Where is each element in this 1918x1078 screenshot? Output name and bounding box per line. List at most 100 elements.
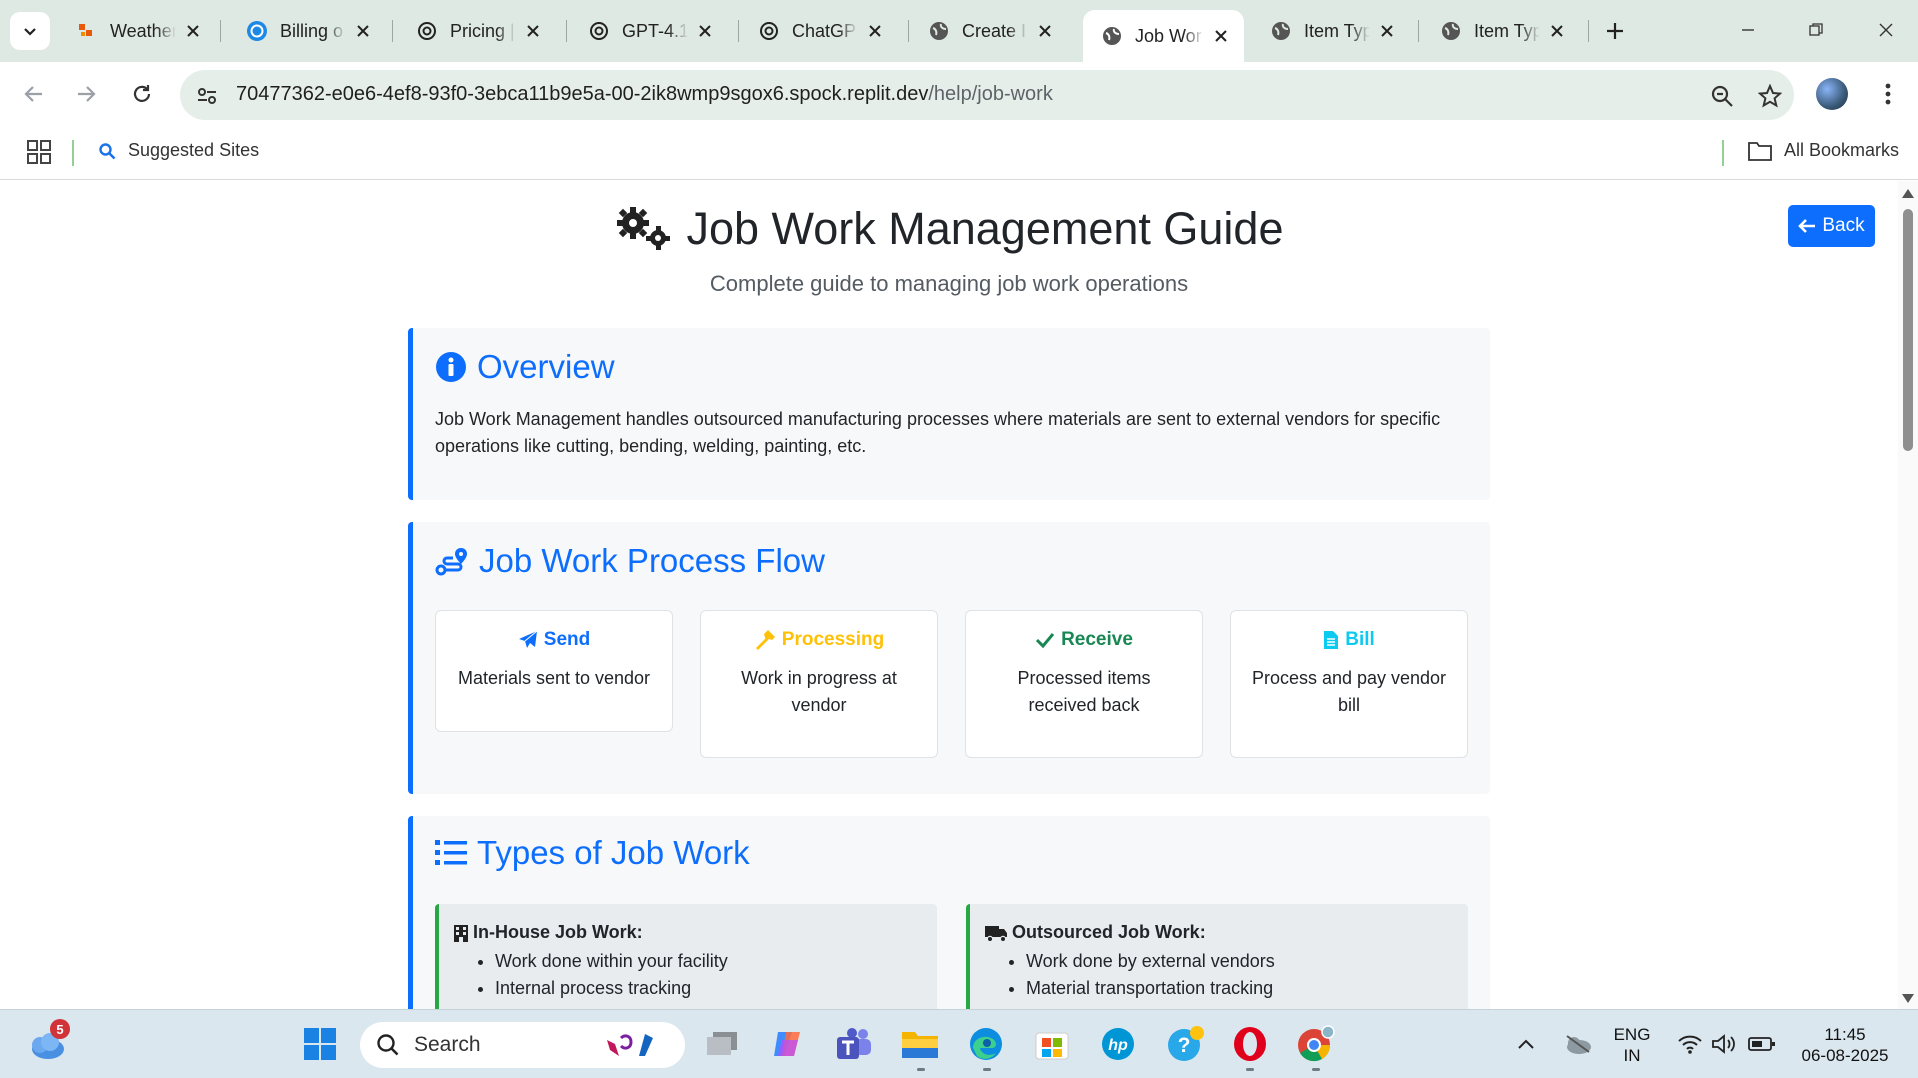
scroll-down-arrow-icon[interactable]	[1902, 994, 1914, 1003]
browser-tab[interactable]: Weather	[58, 10, 216, 52]
process-flow-section: Job Work Process Flow Send Materials sen…	[408, 522, 1490, 794]
scroll-up-arrow-icon[interactable]	[1902, 189, 1914, 198]
browser-tab[interactable]: Billing o	[228, 10, 386, 52]
browser-tab[interactable]: Item Typ	[1422, 10, 1580, 52]
taskbar-search[interactable]: Search	[360, 1022, 685, 1068]
language-indicator[interactable]: ENG IN	[1610, 1024, 1654, 1066]
chrome-icon[interactable]	[1296, 1024, 1336, 1064]
new-tab-button[interactable]	[1598, 14, 1632, 48]
battery-icon[interactable]	[1742, 1024, 1782, 1064]
paper-plane-icon	[518, 630, 538, 648]
browser-tab[interactable]: Pricing |	[398, 10, 556, 52]
building-icon	[454, 924, 468, 942]
file-explorer-icon[interactable]	[900, 1024, 940, 1064]
url-host: 70477362-e0e6-4ef8-93f0-3ebca11b9e5a-00-…	[236, 83, 929, 105]
folder-icon	[1748, 141, 1772, 161]
close-icon[interactable]	[1034, 20, 1056, 42]
close-icon[interactable]	[352, 20, 374, 42]
browser-tab-strip: Weather Billing o Pricing | GPT-4.1 Chat…	[0, 0, 1918, 62]
chevron-down-icon	[24, 28, 36, 36]
step-title: Send	[436, 629, 672, 651]
notification-badge: 5	[50, 1019, 70, 1039]
page-viewport[interactable]: Job Work Management Guide Complete guide…	[0, 181, 1918, 1009]
microsoft-store-icon[interactable]	[1032, 1024, 1072, 1064]
page-title-text: Job Work Management Guide	[686, 203, 1284, 254]
type-card-list: Work done by external vendors Material t…	[1026, 948, 1275, 1002]
forward-nav-button[interactable]	[68, 76, 104, 112]
hammer-icon	[755, 630, 775, 650]
process-step-processing: Processing Work in progress at vendor	[700, 610, 938, 758]
back-button[interactable]: Back	[1788, 205, 1875, 247]
onedrive-icon[interactable]	[1558, 1024, 1598, 1064]
minimize-icon	[1742, 29, 1754, 31]
profile-avatar[interactable]	[1816, 78, 1848, 110]
bookmark-suggested-sites[interactable]: Suggested Sites	[98, 140, 259, 161]
apps-grid-icon[interactable]	[26, 139, 52, 165]
tab-label: Item Typ	[1304, 20, 1370, 41]
close-icon[interactable]	[1376, 20, 1398, 42]
hp-icon[interactable]: hp	[1098, 1024, 1138, 1064]
browser-tab[interactable]: GPT-4.1	[570, 10, 728, 52]
opera-icon[interactable]	[1230, 1024, 1270, 1064]
close-icon[interactable]	[522, 20, 544, 42]
address-bar[interactable]: 70477362-e0e6-4ef8-93f0-3ebca11b9e5a-00-…	[180, 70, 1794, 120]
close-icon[interactable]	[864, 20, 886, 42]
reload-button[interactable]	[124, 76, 160, 112]
browser-tab[interactable]: ChatGP	[740, 10, 898, 52]
all-bookmarks-button[interactable]: All Bookmarks	[1748, 140, 1899, 161]
minimize-button[interactable]	[1726, 10, 1770, 50]
type-card-list: Work done within your facility Internal …	[495, 948, 728, 1002]
step-title-text: Send	[543, 629, 591, 650]
start-button[interactable]	[300, 1024, 340, 1064]
task-view-icon[interactable]	[702, 1024, 742, 1064]
svg-text:hp: hp	[1108, 1037, 1128, 1054]
gears-icon	[616, 207, 670, 250]
edge-icon[interactable]	[966, 1024, 1006, 1064]
url-text[interactable]: 70477362-e0e6-4ef8-93f0-3ebca11b9e5a-00-…	[236, 83, 1053, 106]
tab-label: Job Wor	[1135, 25, 1202, 46]
restore-icon	[1809, 23, 1823, 36]
site-settings-icon[interactable]	[194, 83, 220, 109]
browser-tab-active[interactable]: Job Wor	[1083, 10, 1244, 62]
invoice-icon	[1324, 631, 1339, 649]
scrollbar-thumb[interactable]	[1903, 209, 1913, 451]
list-item: Material transportation tracking	[1026, 975, 1275, 1002]
page-scrollbar[interactable]	[1898, 181, 1918, 1009]
volume-icon[interactable]	[1704, 1024, 1744, 1064]
step-description: Work in progress at vendor	[741, 668, 897, 715]
copilot-icon[interactable]	[768, 1024, 808, 1064]
type-card-title: Outsourced Job Work:	[984, 922, 1206, 943]
search-highlight-icon	[607, 1034, 653, 1056]
tab-search-button[interactable]	[10, 12, 50, 50]
plus-icon	[1607, 23, 1623, 39]
window-close-button[interactable]	[1864, 10, 1908, 50]
taskbar-search-placeholder: Search	[414, 1033, 481, 1056]
browser-menu-button[interactable]	[1872, 78, 1904, 110]
zoom-icon[interactable]	[1708, 82, 1736, 110]
tab-label: Create I	[962, 20, 1027, 41]
browser-tab[interactable]: Create I	[910, 10, 1068, 52]
bookmark-star-icon[interactable]	[1756, 82, 1784, 110]
help-icon[interactable]: ?	[1166, 1024, 1206, 1064]
type-card-inhouse: In-House Job Work: Work done within your…	[435, 904, 937, 1009]
clock[interactable]: 11:45 06-08-2025	[1790, 1024, 1900, 1066]
close-icon[interactable]	[694, 20, 716, 42]
back-nav-button[interactable]	[16, 76, 52, 112]
openai-icon	[588, 20, 610, 42]
step-title-text: Receive	[1061, 629, 1133, 650]
browser-tab[interactable]: Item Typ	[1252, 10, 1410, 52]
teams-icon[interactable]	[834, 1024, 874, 1064]
tab-label: Billing o	[280, 20, 344, 41]
close-icon[interactable]	[1210, 25, 1232, 47]
list-item: Work done by external vendors	[1026, 948, 1275, 975]
svg-text:?: ?	[1178, 1034, 1191, 1057]
close-icon[interactable]	[182, 20, 204, 42]
step-title-text: Processing	[781, 629, 885, 650]
page-subtitle: Complete guide to managing job work oper…	[709, 271, 1189, 296]
search-icon	[99, 142, 116, 159]
close-icon	[1879, 23, 1893, 37]
region-code: IN	[1623, 1046, 1641, 1065]
chevron-up-icon[interactable]	[1506, 1024, 1546, 1064]
restore-button[interactable]	[1794, 10, 1838, 50]
close-icon[interactable]	[1546, 20, 1568, 42]
